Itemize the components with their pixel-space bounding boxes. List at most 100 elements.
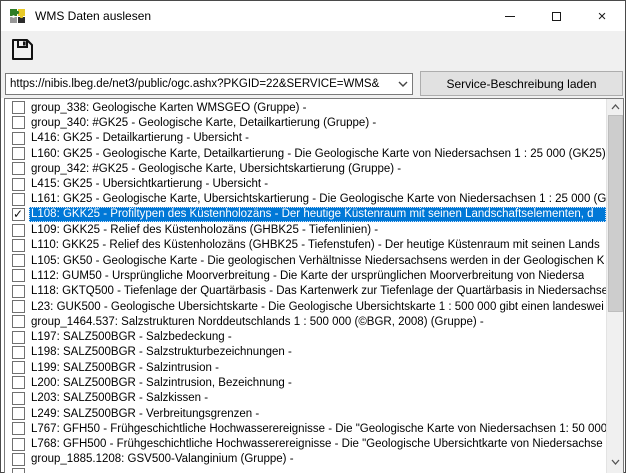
list-item[interactable]: L161: GK25 - Geologische Karte, Übersich… bbox=[5, 192, 606, 207]
list-item[interactable]: group_1885.1208: GSV500-Valanginium (Gru… bbox=[5, 452, 606, 467]
scrollbar-thumb[interactable] bbox=[608, 115, 623, 312]
layer-list-box: group_338: Geologische Karten WMSGEO (Gr… bbox=[4, 98, 624, 473]
layer-checkbox[interactable] bbox=[12, 208, 25, 221]
layer-label: L768: GFH500 - Frühgeschichtliche Hochwa… bbox=[31, 438, 603, 450]
list-item[interactable]: L112: GUM50 - Ursprüngliche Moorverbreit… bbox=[5, 268, 606, 283]
layer-checkbox[interactable] bbox=[12, 407, 25, 420]
load-service-description-button[interactable]: Service-Beschreibung laden bbox=[420, 71, 623, 96]
list-item[interactable] bbox=[5, 467, 606, 473]
wms-dialog-window: { "window": { "title": "WMS Daten ausles… bbox=[0, 0, 626, 473]
layer-label: L203: SALZ500BGR - Salzkissen - bbox=[31, 392, 208, 404]
layer-label: L112: GUM50 - Ursprüngliche Moorverbreit… bbox=[31, 270, 584, 282]
layer-label: L118: GKTQ500 - Tiefenlage der Quartärba… bbox=[31, 285, 606, 297]
list-item[interactable]: L416: GK25 - Detailkartierung - Übersich… bbox=[5, 131, 606, 146]
list-item[interactable]: L118: GKTQ500 - Tiefenlage der Quartärba… bbox=[5, 284, 606, 299]
caption-buttons: × bbox=[487, 1, 625, 31]
maximize-button[interactable] bbox=[533, 1, 579, 31]
list-item[interactable]: L198: SALZ500BGR - Salzstrukturbezeichnu… bbox=[5, 345, 606, 360]
layer-label: L416: GK25 - Detailkartierung - Übersich… bbox=[31, 132, 249, 144]
list-item[interactable]: L199: SALZ500BGR - Salzintrusion - bbox=[5, 360, 606, 375]
list-item[interactable]: L105: GK50 - Geologische Karte - Die geo… bbox=[5, 253, 606, 268]
minimize-icon bbox=[505, 16, 515, 17]
layer-label: group_1464.537: Salzstrukturen Norddeuts… bbox=[31, 316, 484, 328]
list-item[interactable]: L203: SALZ500BGR - Salzkissen - bbox=[5, 391, 606, 406]
title-bar: WMS Daten auslesen × bbox=[1, 1, 625, 31]
layer-label: group_338: Geologische Karten WMSGEO (Gr… bbox=[31, 102, 307, 114]
close-icon: × bbox=[598, 9, 607, 24]
list-item[interactable]: group_338: Geologische Karten WMSGEO (Gr… bbox=[5, 100, 606, 115]
layer-checkbox[interactable] bbox=[12, 269, 25, 282]
window-title: WMS Daten auslesen bbox=[35, 9, 151, 23]
layer-list: group_338: Geologische Karten WMSGEO (Gr… bbox=[5, 100, 606, 473]
layer-checkbox[interactable] bbox=[12, 468, 25, 473]
layer-label: L105: GK50 - Geologische Karte - Die geo… bbox=[31, 255, 604, 267]
layer-label: group_340: #GK25 - Geologische Karte, De… bbox=[31, 117, 376, 129]
layer-checkbox[interactable] bbox=[12, 162, 25, 175]
chevron-down-icon bbox=[611, 459, 620, 465]
toolbar bbox=[1, 31, 625, 67]
layer-checkbox[interactable] bbox=[12, 178, 25, 191]
list-item[interactable]: L415: GK25 - Übersichtkartierung - Übers… bbox=[5, 176, 606, 191]
layer-label: L249: SALZ500BGR - Verbreitungsgrenzen - bbox=[31, 408, 259, 420]
layer-checkbox[interactable] bbox=[12, 239, 25, 252]
layer-label: group_342: #GK25 - Geologische Karte, Üb… bbox=[31, 163, 401, 175]
list-item[interactable]: L249: SALZ500BGR - Verbreitungsgrenzen - bbox=[5, 406, 606, 421]
layer-label: L109: GKK25 - Relief des Küstenholozäns … bbox=[31, 224, 378, 236]
layer-label: L161: GK25 - Geologische Karte, Übersich… bbox=[31, 193, 606, 205]
layer-checkbox[interactable] bbox=[12, 300, 25, 313]
list-item[interactable]: group_1464.537: Salzstrukturen Norddeuts… bbox=[5, 314, 606, 329]
layer-checkbox[interactable] bbox=[12, 392, 25, 405]
list-item[interactable]: group_340: #GK25 - Geologische Karte, De… bbox=[5, 115, 606, 130]
scroll-up-button[interactable] bbox=[607, 99, 624, 115]
layer-checkbox[interactable] bbox=[12, 438, 25, 451]
list-item[interactable]: L197: SALZ500BGR - Salzbedeckung - bbox=[5, 329, 606, 344]
list-item[interactable]: L23: GÜK500 - Geologische Übersichtskart… bbox=[5, 299, 606, 314]
chevron-down-icon[interactable] bbox=[394, 74, 412, 94]
list-item[interactable]: L767: GFH50 - Frühgeschichtliche Hochwas… bbox=[5, 421, 606, 436]
layer-label: L198: SALZ500BGR - Salzstrukturbezeichnu… bbox=[31, 346, 292, 358]
layer-label: L160: GK25 - Geologische Karte, Detailka… bbox=[31, 148, 606, 160]
list-item[interactable]: L160: GK25 - Geologische Karte, Detailka… bbox=[5, 146, 606, 161]
layer-checkbox[interactable] bbox=[12, 116, 25, 129]
list-item[interactable]: group_342: #GK25 - Geologische Karte, Üb… bbox=[5, 161, 606, 176]
list-item[interactable]: L109: GKK25 - Relief des Küstenholozäns … bbox=[5, 222, 606, 237]
scroll-down-button[interactable] bbox=[607, 454, 624, 470]
list-item[interactable]: L768: GFH500 - Frühgeschichtliche Hochwa… bbox=[5, 437, 606, 452]
layer-label: L199: SALZ500BGR - Salzintrusion - bbox=[31, 362, 219, 374]
minimize-button[interactable] bbox=[487, 1, 533, 31]
layer-checkbox[interactable] bbox=[12, 193, 25, 206]
layer-checkbox[interactable] bbox=[12, 422, 25, 435]
floppy-disk-icon bbox=[10, 37, 35, 62]
layer-checkbox[interactable] bbox=[12, 101, 25, 114]
layer-label: L23: GÜK500 - Geologische Übersichtskart… bbox=[31, 301, 604, 313]
layer-label: L767: GFH50 - Frühgeschichtliche Hochwas… bbox=[31, 423, 606, 435]
layer-checkbox[interactable] bbox=[12, 224, 25, 237]
maximize-icon bbox=[552, 12, 561, 21]
layer-label: L110: GKK25 - Relief des Küstenholozäns … bbox=[31, 239, 600, 251]
layer-checkbox[interactable] bbox=[12, 315, 25, 328]
service-url-combobox bbox=[5, 73, 413, 95]
list-item[interactable]: L108: GKK25 - Profiltypen des Küstenholo… bbox=[5, 207, 606, 222]
list-item[interactable]: L110: GKK25 - Relief des Küstenholozäns … bbox=[5, 238, 606, 253]
layer-checkbox[interactable] bbox=[12, 132, 25, 145]
layer-label: L108: GKK25 - Profiltypen des Küstenholo… bbox=[29, 207, 606, 222]
layer-checkbox[interactable] bbox=[12, 453, 25, 466]
layer-label: L197: SALZ500BGR - Salzbedeckung - bbox=[31, 331, 232, 343]
layer-checkbox[interactable] bbox=[12, 147, 25, 160]
save-button[interactable] bbox=[8, 35, 36, 63]
vertical-scrollbar[interactable] bbox=[606, 99, 623, 473]
app-puzzle-icon bbox=[9, 8, 27, 24]
layer-checkbox[interactable] bbox=[12, 285, 25, 298]
layer-label: group_1885.1208: GSV500-Valanginium (Gru… bbox=[31, 453, 294, 465]
list-item[interactable]: L200: SALZ500BGR - Salzintrusion, Bezeic… bbox=[5, 375, 606, 390]
layer-checkbox[interactable] bbox=[12, 346, 25, 359]
layer-checkbox[interactable] bbox=[12, 254, 25, 267]
layer-label: L415: GK25 - Übersichtkartierung - Übers… bbox=[31, 178, 268, 190]
layer-checkbox[interactable] bbox=[12, 361, 25, 374]
url-row: Service-Beschreibung laden bbox=[1, 67, 625, 98]
layer-checkbox[interactable] bbox=[12, 331, 25, 344]
layer-checkbox[interactable] bbox=[12, 376, 25, 389]
close-button[interactable]: × bbox=[579, 1, 625, 31]
service-url-input[interactable] bbox=[6, 74, 394, 94]
chevron-up-icon bbox=[611, 104, 620, 110]
